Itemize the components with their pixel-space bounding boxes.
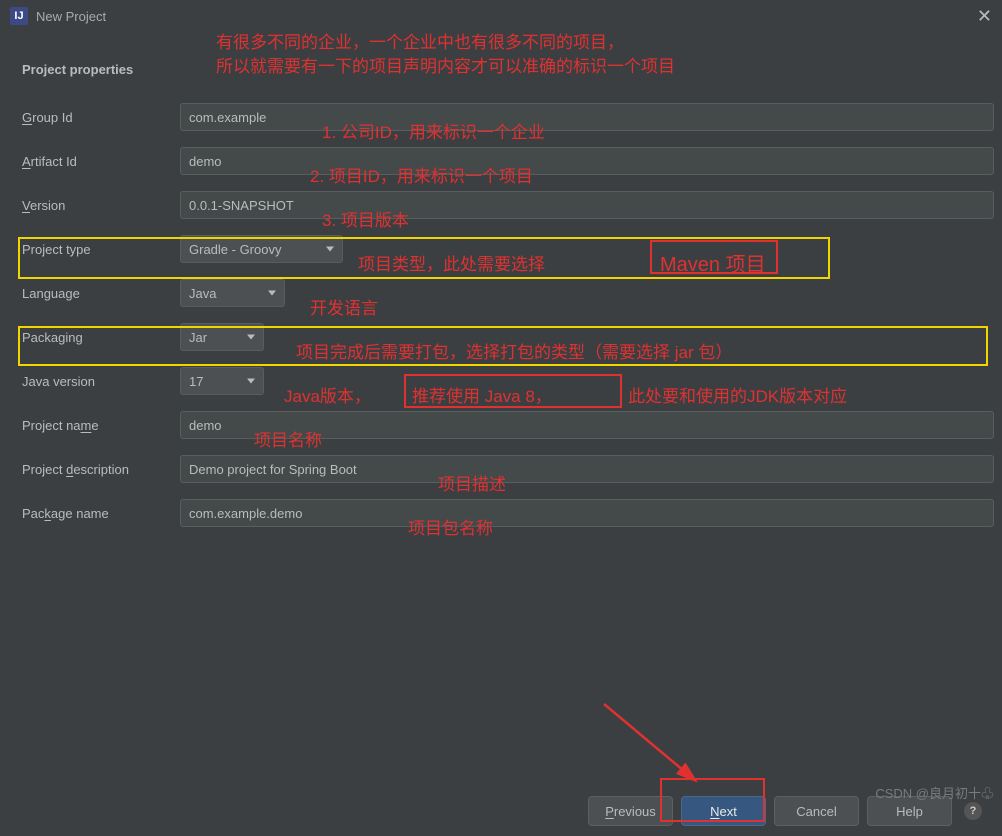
label-project-type: Project type [22, 242, 180, 257]
chevron-down-icon [268, 291, 276, 296]
form: Group Id Artifact Id Version Project typ… [0, 95, 1002, 535]
titlebar: IJ New Project ✕ [0, 0, 1002, 32]
chevron-down-icon [326, 247, 334, 252]
app-icon: IJ [10, 7, 28, 25]
java-version-value: 17 [189, 374, 203, 389]
packaging-value: Jar [189, 330, 207, 345]
language-select[interactable]: Java [180, 279, 285, 307]
packaging-select[interactable]: Jar [180, 323, 264, 351]
project-description-input[interactable] [180, 455, 994, 483]
label-language: Language [22, 286, 180, 301]
previous-button[interactable]: Previous [588, 796, 673, 826]
label-project-description: Project description [22, 462, 180, 477]
group-id-input[interactable] [180, 103, 994, 131]
watermark: CSDN @良月初十♧ [875, 783, 994, 802]
chevron-down-icon [247, 379, 255, 384]
label-packaging: Packaging [22, 330, 180, 345]
arrow-icon [596, 696, 716, 796]
project-type-select[interactable]: Gradle - Groovy [180, 235, 343, 263]
project-name-input[interactable] [180, 411, 994, 439]
window-title: New Project [36, 9, 106, 24]
package-name-input[interactable] [180, 499, 994, 527]
label-java-version: Java version [22, 374, 180, 389]
help-icon[interactable]: ? [964, 802, 982, 820]
section-title: Project properties [0, 32, 1002, 95]
next-button[interactable]: Next [681, 796, 766, 826]
label-artifact-id: Artifact Id [22, 154, 180, 169]
label-package-name: Package name [22, 506, 180, 521]
close-icon[interactable]: ✕ [977, 6, 992, 27]
java-version-select[interactable]: 17 [180, 367, 264, 395]
artifact-id-input[interactable] [180, 147, 994, 175]
version-input[interactable] [180, 191, 994, 219]
cancel-button[interactable]: Cancel [774, 796, 859, 826]
label-project-name: Project name [22, 418, 180, 433]
label-version: Version [22, 198, 180, 213]
label-group-id: Group Id [22, 110, 180, 125]
chevron-down-icon [247, 335, 255, 340]
language-value: Java [189, 286, 216, 301]
project-type-value: Gradle - Groovy [189, 242, 281, 257]
